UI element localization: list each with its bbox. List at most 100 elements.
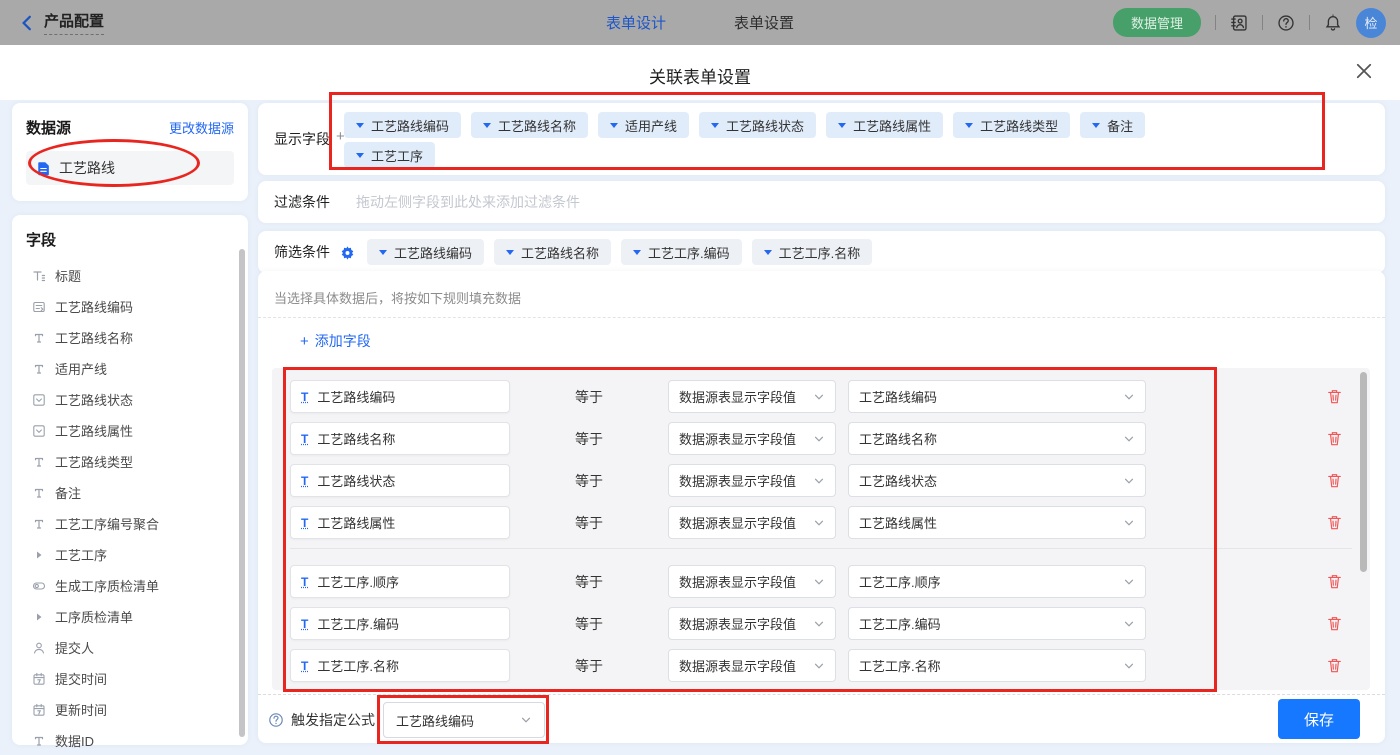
field-item[interactable]: 生成工序质检清单	[26, 570, 238, 601]
source-select[interactable]: 数据源表显示字段值	[668, 649, 836, 682]
fields-scrollbar[interactable]	[239, 249, 245, 737]
field-item-label: 工艺路线名称	[55, 331, 134, 346]
trash-icon[interactable]	[1326, 615, 1343, 632]
caret-down-icon	[379, 249, 387, 255]
field-item[interactable]: 工艺路线属性	[26, 415, 238, 446]
target-select[interactable]: 工艺路线名称	[848, 422, 1146, 455]
field-item[interactable]: 适用产线	[26, 353, 238, 384]
add-field-button[interactable]: + 添加字段	[300, 331, 371, 351]
field-item[interactable]: 备注	[26, 477, 238, 508]
field-item[interactable]: 工艺工序	[26, 539, 238, 570]
display-field-tag[interactable]: 工艺路线类型	[953, 112, 1071, 138]
rule-field-chip[interactable]: T 工艺路线状态	[290, 464, 510, 497]
tab-form-settings[interactable]: 表单设置	[734, 12, 794, 33]
display-field-tag[interactable]: 工艺路线状态	[699, 112, 817, 138]
relation-label: 等于	[575, 472, 603, 489]
target-select[interactable]: 工艺路线状态	[848, 464, 1146, 497]
field-item-label: 更新时间	[55, 703, 108, 718]
rule-field-label: 工艺工序.名称	[317, 659, 399, 674]
change-datasource-link[interactable]: 更改数据源	[169, 118, 234, 137]
target-select[interactable]: 工艺工序.名称	[848, 649, 1146, 682]
target-select[interactable]: 工艺工序.顺序	[848, 565, 1146, 598]
close-icon[interactable]	[1354, 61, 1374, 81]
field-item[interactable]: 数据ID	[26, 725, 238, 755]
rule-field-chip[interactable]: T 工艺工序.顺序	[290, 565, 510, 598]
rule-field-label: 工艺工序.编码	[317, 617, 399, 632]
bell-icon[interactable]	[1324, 13, 1342, 32]
contact-book-icon[interactable]	[1230, 14, 1248, 32]
avatar[interactable]: 检	[1356, 7, 1386, 38]
datasource-panel: 数据源 更改数据源 工艺路线	[12, 103, 248, 201]
target-select[interactable]: 工艺路线编码	[848, 380, 1146, 413]
field-item-label: 提交人	[55, 641, 95, 656]
text-icon: T	[301, 574, 309, 589]
rule-field-label: 工艺工序.顺序	[317, 575, 399, 590]
chevron-down-icon	[1123, 660, 1135, 672]
display-field-tag[interactable]: 工艺路线编码	[344, 112, 462, 138]
display-field-tag[interactable]: 适用产线	[598, 112, 690, 138]
field-item-label: 工序质检清单	[55, 610, 134, 625]
datasource-panel-title: 数据源	[26, 120, 72, 137]
trash-icon[interactable]	[1326, 657, 1343, 674]
rule-field-chip[interactable]: T 工艺路线属性	[290, 506, 510, 539]
field-item[interactable]: 提交时间	[26, 663, 238, 694]
field-item[interactable]: 工序质检清单	[26, 601, 238, 632]
field-item[interactable]: 工艺路线编码	[26, 291, 238, 322]
trash-icon[interactable]	[1326, 472, 1343, 489]
field-item[interactable]: 工艺路线类型	[26, 446, 238, 477]
caret-down-icon	[356, 122, 364, 128]
screen-condition-tag[interactable]: 工艺工序.编码	[621, 239, 742, 265]
trash-icon[interactable]	[1326, 573, 1343, 590]
filter-condition-section[interactable]: 过滤条件 拖动左侧字段到此处来添加过滤条件	[258, 181, 1385, 223]
caret-down-icon	[763, 249, 772, 255]
page-title[interactable]: 产品配置	[44, 10, 105, 35]
display-field-tag[interactable]: 工艺工序	[344, 142, 436, 168]
tab-form-design[interactable]: 表单设计	[606, 12, 666, 33]
screen-condition-tag[interactable]: 工艺路线名称	[494, 239, 612, 265]
screen-condition-tag[interactable]: 工艺路线编码	[367, 239, 485, 265]
field-item[interactable]: 标题	[26, 260, 238, 291]
help-icon[interactable]	[1277, 14, 1295, 32]
question-circle-icon[interactable]	[268, 712, 284, 728]
source-select[interactable]: 数据源表显示字段值	[668, 422, 836, 455]
display-field-tag[interactable]: 工艺路线属性	[826, 112, 944, 138]
back-chevron-icon[interactable]	[18, 14, 36, 32]
back-nav[interactable]: 产品配置	[18, 10, 105, 35]
text-icon	[32, 486, 46, 500]
screen-condition-tag[interactable]: 工艺工序.名称	[751, 239, 873, 265]
trigger-formula-select[interactable]: 工艺路线编码	[383, 702, 545, 738]
rule-row: T 工艺工序.名称 等于 数据源表显示字段值 工艺工序.名称	[290, 649, 1370, 682]
source-select[interactable]: 数据源表显示字段值	[668, 565, 836, 598]
display-field-tag[interactable]: 工艺路线名称	[471, 112, 589, 138]
trash-icon[interactable]	[1326, 514, 1343, 531]
field-item[interactable]: 工艺路线名称	[26, 322, 238, 353]
field-item[interactable]: 工艺工序编号聚合	[26, 508, 238, 539]
rule-row: T 工艺路线编码 等于 数据源表显示字段值 工艺路线编码	[290, 380, 1370, 413]
trash-icon[interactable]	[1326, 430, 1343, 447]
trash-icon[interactable]	[1326, 388, 1343, 405]
target-select[interactable]: 工艺路线属性	[848, 506, 1146, 539]
modal-footer: 触发指定公式 工艺路线编码 保存	[268, 698, 1360, 742]
source-select[interactable]: 数据源表显示字段值	[668, 607, 836, 640]
field-item[interactable]: 更新时间	[26, 694, 238, 725]
rules-scrollbar[interactable]	[1360, 372, 1367, 572]
datasource-item[interactable]: 工艺路线	[26, 151, 234, 185]
field-item[interactable]: 提交人	[26, 632, 238, 663]
save-button[interactable]: 保存	[1278, 699, 1360, 739]
divider	[1215, 15, 1216, 30]
data-manage-button[interactable]: 数据管理	[1112, 8, 1201, 37]
target-select[interactable]: 工艺工序.编码	[848, 607, 1146, 640]
rule-field-chip[interactable]: T 工艺路线名称	[290, 422, 510, 455]
rule-field-chip[interactable]: T 工艺工序.名称	[290, 649, 510, 682]
rule-field-chip[interactable]: T 工艺路线编码	[290, 380, 510, 413]
source-select[interactable]: 数据源表显示字段值	[668, 464, 836, 497]
rule-row: T 工艺工序.编码 等于 数据源表显示字段值 工艺工序.编码	[290, 607, 1370, 640]
field-item[interactable]: 工艺路线状态	[26, 384, 238, 415]
gear-icon[interactable]	[340, 245, 355, 260]
source-select[interactable]: 数据源表显示字段值	[668, 380, 836, 413]
rule-field-chip[interactable]: T 工艺工序.编码	[290, 607, 510, 640]
source-select[interactable]: 数据源表显示字段值	[668, 506, 836, 539]
topbar: 产品配置 表单设计 表单设置 数据管理 检	[0, 0, 1400, 45]
calendar-icon	[32, 672, 46, 686]
display-field-tag[interactable]: 备注	[1080, 112, 1146, 138]
